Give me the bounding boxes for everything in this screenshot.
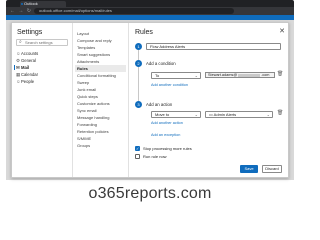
condition-select[interactable]: To ⌄	[151, 72, 201, 79]
category-label: People	[21, 79, 35, 84]
menu-item-smime[interactable]: S/MIME	[75, 135, 126, 142]
condition-value-suffix: .com	[261, 73, 270, 77]
category-label: Calendar	[21, 72, 38, 77]
address-bar[interactable]: outlook.office.com/mail/options/mail/rul…	[34, 8, 234, 14]
category-label: Accounts	[21, 51, 39, 56]
menu-item-rules[interactable]: Rules	[75, 65, 126, 72]
outlook-favicon-icon	[21, 3, 23, 5]
delete-action-icon[interactable]: 🗑	[277, 110, 283, 116]
condition-value-prefix: Stewart.adams@	[208, 73, 238, 77]
rules-title: Rules	[135, 29, 153, 36]
menu-item-smart-suggestions[interactable]: Smart suggestions	[75, 51, 126, 58]
add-condition-link[interactable]: Add another condition	[151, 83, 188, 87]
rule-name-input[interactable]: Flow Address Alerts	[146, 43, 281, 50]
step-connector	[138, 67, 139, 101]
condition-value-input[interactable]: Stewart.adams@ .com	[205, 72, 275, 78]
action-select[interactable]: Move to ⌄	[151, 111, 201, 118]
category-accounts[interactable]: ☺Accounts	[16, 50, 70, 57]
menu-item-retention-policies[interactable]: Retention policies	[75, 128, 126, 135]
action-label: Add an action	[146, 102, 173, 107]
step-2-badge: 2	[135, 60, 142, 67]
run-rule-now-label: Run rule now	[143, 154, 167, 159]
menu-item-quick-steps[interactable]: Quick steps	[75, 93, 126, 100]
stop-processing-label: Stop processing more rules	[143, 146, 192, 151]
search-icon: ⌕	[19, 39, 22, 45]
category-calendar[interactable]: ▦Calendar	[16, 71, 70, 78]
rules-panel: Rules ✕ 1 Flow Address Alerts 2 Add a co…	[128, 23, 288, 177]
menu-item-attachments[interactable]: Attachments	[75, 58, 126, 65]
menu-item-forwarding[interactable]: Forwarding	[75, 121, 126, 128]
watermark-text: o365reports.com	[88, 185, 212, 202]
menu-item-junk-email[interactable]: Junk email	[75, 86, 126, 93]
settings-title: Settings	[17, 29, 43, 36]
address-text: outlook.office.com/mail/options/mail/rul…	[39, 8, 112, 13]
step-3-badge: 3	[135, 101, 142, 108]
action-select-value: Move to	[155, 112, 170, 117]
category-label: General	[21, 58, 36, 63]
browser-tab-strip: Outlook	[6, 0, 294, 7]
menu-item-customize-actions[interactable]: Customize actions	[75, 100, 126, 107]
step-1-badge: 1	[135, 43, 142, 50]
step-connector	[138, 50, 139, 60]
browser-nav-icons[interactable]: ← → ↻	[10, 8, 32, 14]
menu-item-layout[interactable]: Layout	[75, 30, 126, 37]
add-action-link[interactable]: Add another action	[151, 121, 183, 125]
menu-item-message-handling[interactable]: Message handling	[75, 114, 126, 121]
search-placeholder: Search settings	[25, 40, 53, 45]
chevron-down-icon: ⌄	[194, 112, 198, 117]
redacted-domain	[238, 73, 261, 77]
menu-item-conditional-formatting[interactable]: Conditional formatting	[75, 72, 126, 79]
menu-item-compose[interactable]: Compose and reply	[75, 37, 126, 44]
close-icon[interactable]: ✕	[279, 27, 285, 35]
category-label: Mail	[21, 65, 30, 70]
category-general[interactable]: ⚙General	[16, 57, 70, 64]
condition-label: Add a condition	[146, 61, 176, 66]
menu-item-sync-email[interactable]: Sync email	[75, 107, 126, 114]
chevron-down-icon: ⌄	[194, 73, 198, 78]
menu-item-sweep[interactable]: Sweep	[75, 79, 126, 86]
stop-processing-checkbox[interactable]: ✓	[135, 146, 140, 151]
category-mail[interactable]: ✉Mail	[14, 64, 70, 71]
action-folder-value: Admin Alerts	[213, 112, 237, 117]
run-rule-now-checkbox[interactable]	[135, 154, 140, 159]
settings-dialog: Settings ⌕ Search settings ☺Accounts ⚙Ge…	[11, 22, 289, 178]
save-button[interactable]: Save	[240, 165, 258, 173]
chevron-down-icon: ⌄	[266, 112, 270, 117]
discard-button[interactable]: Discard	[262, 165, 282, 173]
action-folder-select[interactable]: ▭ Admin Alerts ⌄	[205, 111, 273, 118]
add-exception-link[interactable]: Add an exception	[151, 133, 180, 137]
settings-categories: Settings ⌕ Search settings ☺Accounts ⚙Ge…	[12, 23, 72, 177]
delete-condition-icon[interactable]: 🗑	[277, 71, 283, 77]
settings-search-input[interactable]: ⌕ Search settings	[16, 39, 68, 46]
browser-toolbar: ← → ↻ outlook.office.com/mail/options/ma…	[6, 7, 294, 15]
mail-settings-menu: Layout Compose and reply Templates Smart…	[72, 23, 127, 177]
menu-item-templates[interactable]: Templates	[75, 44, 126, 51]
menu-item-groups[interactable]: Groups	[75, 142, 126, 149]
category-people[interactable]: ☺People	[16, 78, 70, 85]
condition-select-value: To	[155, 73, 160, 78]
